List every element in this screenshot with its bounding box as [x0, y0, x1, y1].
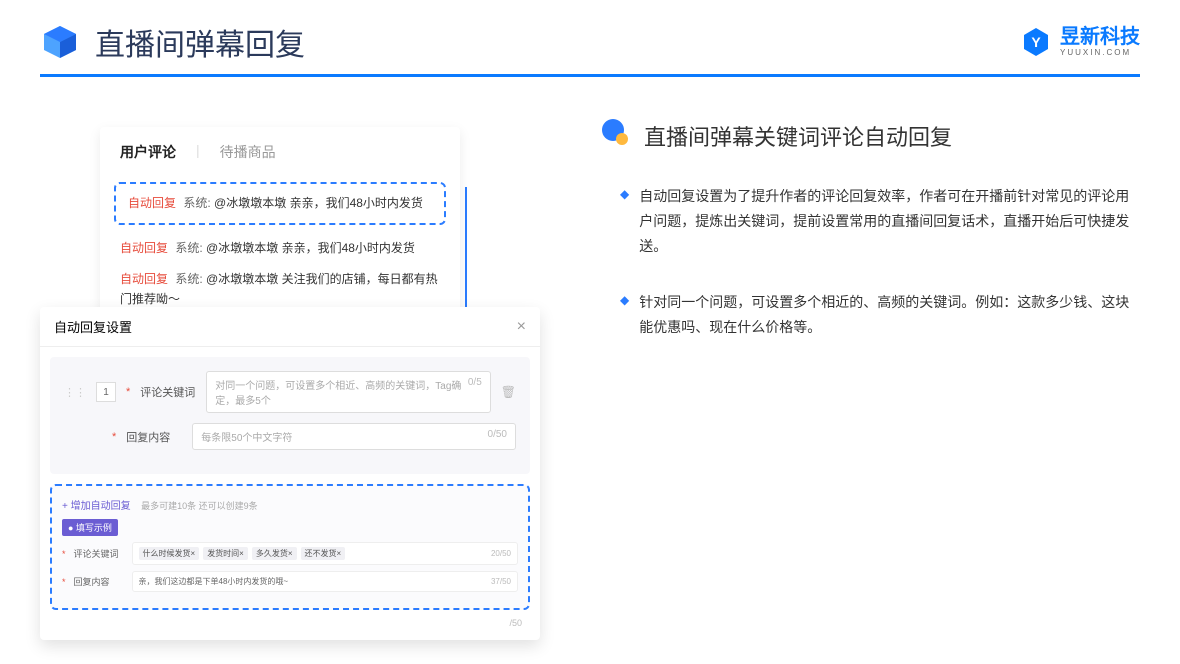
bullet-item: ◆ 针对同一个问题，可设置多个相近的、高频的关键词。例如：这款多少钱、这块能优惠… — [600, 290, 1140, 340]
drag-handle-icon[interactable]: ⋮⋮ — [64, 386, 86, 399]
auto-reply-tag: 自动回复 — [128, 196, 176, 210]
brand-en: YUUXIN.COM — [1060, 49, 1140, 57]
cube-icon — [40, 22, 80, 62]
example-badge: ● 填写示例 — [62, 519, 118, 536]
close-icon[interactable]: × — [517, 318, 526, 336]
chat-bubble-icon — [600, 117, 632, 154]
tag-chip: 发货时间× — [203, 547, 248, 560]
ex-content-input[interactable]: 亲，我们这边都是下单48小时内发货的哦~ 37/50 — [132, 571, 518, 592]
page-title: 直播间弹幕回复 — [95, 20, 305, 64]
required-star: * — [112, 431, 116, 443]
comment-card: 用户评论 | 待播商品 自动回复 系统: @冰墩墩本墩 亲亲，我们48小时内发货… — [100, 127, 460, 330]
ex-content-label: 回复内容 — [74, 575, 124, 588]
diamond-icon: ◆ — [620, 290, 629, 340]
add-hint: 最多可建10条 还可以创建9条 — [141, 501, 258, 511]
outer-count: /50 — [40, 618, 540, 628]
example-area: + 增加自动回复 最多可建10条 还可以创建9条 ● 填写示例 * 评论关键词 … — [50, 484, 530, 610]
tab-pending-goods[interactable]: 待播商品 — [220, 142, 276, 162]
row-number: 1 — [96, 382, 116, 402]
settings-card: 自动回复设置 × ⋮⋮ 1 * 评论关键词 对同一个问题，可设置多个相近、高频的… — [40, 307, 540, 640]
bullet-item: ◆ 自动回复设置为了提升作者的评论回复效率，作者可在开播前针对常见的评论用户问题… — [600, 184, 1140, 260]
required-star: * — [126, 386, 130, 398]
comment-text: @冰墩墩本墩 亲亲，我们48小时内发货 — [214, 196, 423, 210]
diamond-icon: ◆ — [620, 184, 629, 260]
ex-keyword-input[interactable]: 什么时候发货× 发货时间× 多久发货× 还不发货× 20/50 — [132, 542, 518, 565]
keyword-label: 评论关键词 — [140, 384, 196, 400]
tab-divider: | — [196, 142, 200, 162]
section-title: 直播间弹幕关键词评论自动回复 — [644, 120, 952, 152]
add-auto-reply-link[interactable]: + 增加自动回复 — [62, 497, 131, 512]
comment-item: 自动回复 系统: @冰墩墩本墩 亲亲，我们48小时内发货 — [100, 233, 460, 264]
content-label: 回复内容 — [126, 429, 182, 445]
settings-title: 自动回复设置 — [54, 317, 132, 336]
tabs: 用户评论 | 待播商品 — [100, 142, 460, 174]
tag-chip: 多久发货× — [252, 547, 297, 560]
keyword-input[interactable]: 对同一个问题，可设置多个相近、高频的关键词，Tag确定，最多5个 0/5 — [206, 371, 490, 413]
sys-tag: 系统: — [183, 196, 210, 210]
content-input[interactable]: 每条限50个中文字符 0/50 — [192, 423, 516, 450]
brand-cn: 昱新科技 — [1060, 27, 1140, 47]
tag-chip: 什么时候发货× — [139, 547, 200, 560]
highlighted-comment: 自动回复 系统: @冰墩墩本墩 亲亲，我们48小时内发货 — [114, 182, 446, 225]
tab-user-comments[interactable]: 用户评论 — [120, 142, 176, 162]
tag-chip: 还不发货× — [301, 547, 346, 560]
svg-text:Y: Y — [1031, 34, 1041, 50]
brand-logo: Y 昱新科技 YUUXIN.COM — [1020, 26, 1140, 58]
ex-keyword-label: 评论关键词 — [74, 547, 124, 560]
trash-icon[interactable]: 🗑 — [501, 385, 516, 399]
